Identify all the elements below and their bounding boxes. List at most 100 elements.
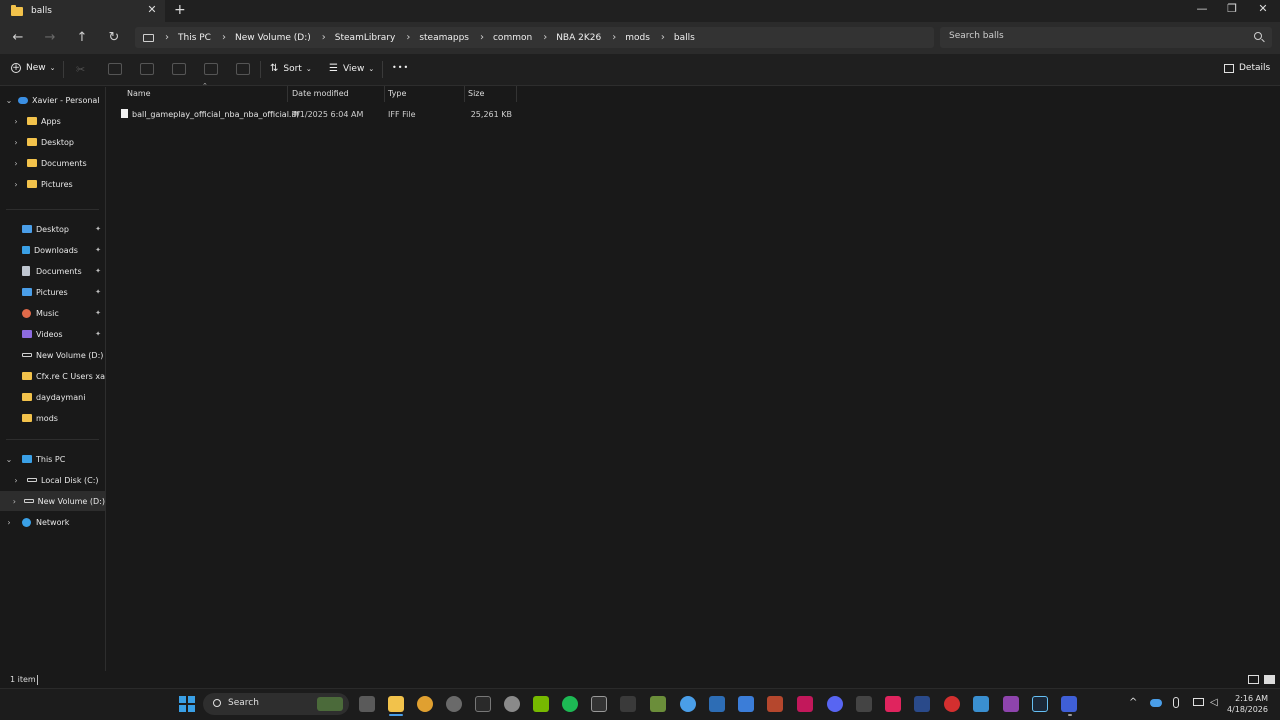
sidebar-item-apps[interactable]: › Apps [0,111,105,131]
close-window-button[interactable]: ✕ [1248,2,1278,15]
breadcrumb-nba-2k26[interactable]: NBA 2K26 [556,33,601,43]
sidebar-item-mods[interactable]: mods [22,408,105,428]
file-explorer-icon[interactable] [388,696,404,712]
sort-button[interactable]: ⇅ Sort ⌄ [270,63,312,74]
forward-button[interactable]: → [40,29,60,47]
column-divider[interactable] [384,86,385,102]
new-tab-button[interactable]: + [174,2,186,18]
new-button[interactable]: + New ⌄ [11,63,56,73]
paste-icon[interactable] [140,63,154,75]
sidebar-item-local-disk[interactable]: › Local Disk (C:) [0,470,105,490]
breadcrumb-new-volume[interactable]: New Volume (D:) [235,33,311,43]
breadcrumb-steamlibrary[interactable]: SteamLibrary [335,33,396,43]
back-button[interactable]: ← [8,29,28,47]
sidebar-item-this-pc[interactable]: ⌄ This PC [0,449,105,469]
more-options-button[interactable]: ••• [392,63,409,72]
maximize-button[interactable]: ❐ [1217,2,1247,15]
music-icon [22,308,31,318]
breadcrumb-common[interactable]: common [493,33,532,43]
spotify-icon[interactable] [562,696,578,712]
app-icon[interactable] [944,696,960,712]
settings-icon[interactable] [504,696,520,712]
app-icon[interactable] [1003,696,1019,712]
file-row[interactable]: ball_gameplay_official_nba_nba_official.… [118,107,518,123]
breadcrumb-steamapps[interactable]: steamapps [419,33,469,43]
app-icon[interactable] [856,696,872,712]
details-button[interactable]: Details [1224,63,1270,73]
sidebar-item-documents-onedrive[interactable]: › Documents [0,153,105,173]
microphone-icon[interactable] [1173,697,1179,708]
minimize-button[interactable]: — [1187,2,1217,15]
details-view-icon[interactable] [1248,675,1259,684]
sidebar-item-desktop-onedrive[interactable]: › Desktop [0,132,105,152]
sidebar-item-downloads[interactable]: Downloads ✦ [22,240,105,260]
onedrive-tray-icon[interactable] [1150,699,1162,707]
tab-balls[interactable]: balls ✕ [0,0,165,22]
search-highlight-icon [317,697,343,711]
column-header-type[interactable]: Type [388,89,406,103]
winrar-icon[interactable] [767,696,783,712]
tiktok-icon[interactable] [885,696,901,712]
delete-icon[interactable] [236,63,250,75]
rename-icon[interactable] [172,63,186,75]
steam-icon[interactable] [1032,696,1048,712]
app-icon[interactable] [620,696,636,712]
column-divider[interactable] [287,86,288,102]
nvidia-icon[interactable] [533,696,549,712]
breadcrumb-this-pc[interactable]: This PC [178,33,211,43]
minecraft-icon[interactable] [650,696,666,712]
browser-icon[interactable] [680,696,696,712]
tab-close-button[interactable]: ✕ [145,3,159,16]
up-button[interactable]: ↑ [72,29,92,47]
tray-overflow-icon[interactable]: ^ [1129,697,1137,708]
column-header-date[interactable]: Date modified [292,89,349,103]
sidebar-item-new-volume-quick[interactable]: New Volume (D:) [22,345,105,365]
sidebar-item-music[interactable]: Music ✦ [22,303,105,323]
chrome-icon[interactable] [417,696,433,712]
taskbar-search[interactable]: Search [203,693,349,715]
display-icon[interactable] [1193,698,1204,706]
sidebar-item-network[interactable]: › Network [0,512,105,532]
share-icon[interactable] [204,63,218,75]
search-box[interactable]: Search balls [940,27,1272,48]
start-button[interactable] [179,696,195,712]
app-icon[interactable] [475,696,491,712]
sidebar-item-documents[interactable]: Documents ✦ [22,261,105,281]
tiles-view-icon[interactable] [1264,675,1275,684]
volume-icon[interactable]: ◁ [1210,697,1218,708]
discord-icon[interactable] [827,696,843,712]
app-icon[interactable] [973,696,989,712]
clock[interactable]: 2:16 AM 4/18/2026 [1222,693,1268,715]
sidebar-item-cfx[interactable]: Cfx.re C Users xavi [22,366,105,386]
app-icon[interactable] [1061,696,1077,712]
app-icon[interactable] [914,696,930,712]
column-divider[interactable] [464,86,465,102]
app-icon[interactable] [446,696,462,712]
app-icon[interactable] [709,696,725,712]
address-bar[interactable]: › This PC › New Volume (D:) › SteamLibrary … [135,27,934,48]
refresh-button[interactable]: ↻ [104,29,124,47]
chevron-right-icon: › [7,517,11,527]
app-icon[interactable] [738,696,754,712]
sidebar-item-pictures-onedrive[interactable]: › Pictures [0,174,105,194]
sidebar-item-new-volume[interactable]: › New Volume (D:) [0,491,105,511]
pictures-icon [22,288,32,296]
sidebar-item-label: Network [36,517,70,527]
breadcrumb-balls[interactable]: balls [674,33,695,43]
view-button[interactable]: ☰ View ⌄ [329,63,374,74]
column-divider[interactable] [516,86,517,102]
details-button-label: Details [1239,63,1271,73]
column-header-name[interactable]: Name [127,89,151,103]
column-header-size[interactable]: Size [468,89,484,103]
sidebar-item-pictures[interactable]: Pictures ✦ [22,282,105,302]
cut-icon[interactable]: ✂ [76,63,90,76]
copy-icon[interactable] [108,63,122,75]
breadcrumb-mods[interactable]: mods [625,33,650,43]
task-view-icon[interactable] [359,696,375,712]
sidebar-item-desktop[interactable]: Desktop ✦ [22,219,105,239]
app-icon[interactable] [797,696,813,712]
epic-games-icon[interactable] [591,696,607,712]
sidebar-item-daydaymani[interactable]: daydaymani [22,387,105,407]
sidebar-item-onedrive[interactable]: ⌄ Xavier - Personal [0,90,105,110]
sidebar-item-videos[interactable]: Videos ✦ [22,324,105,344]
